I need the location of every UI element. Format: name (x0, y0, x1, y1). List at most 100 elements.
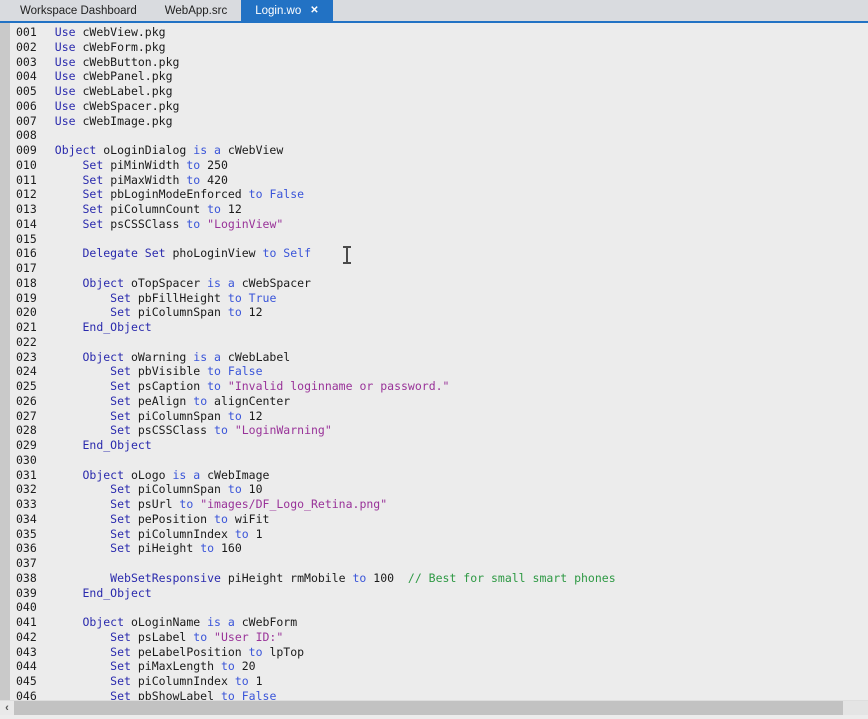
code-line: 044 Set piMaxLength to 20 (0, 659, 868, 674)
code-text: Set psLabel to "User ID:" (55, 630, 284, 644)
code-text: Set piColumnCount to 12 (55, 202, 242, 216)
code-line: 031 Object oLogo is a cWebImage (0, 468, 868, 483)
tab-label: Workspace Dashboard (20, 5, 137, 17)
line-number: 019 (16, 291, 37, 306)
line-number: 014 (16, 217, 37, 232)
code-line: 034 Set pePosition to wiFit (0, 512, 868, 527)
line-number: 022 (16, 335, 37, 350)
line-number: 002 (16, 40, 37, 55)
line-number: 015 (16, 232, 37, 247)
code-text: Use cWebLabel.pkg (55, 84, 173, 98)
code-line: 022 (0, 335, 868, 350)
line-number: 012 (16, 187, 37, 202)
line-number: 004 (16, 69, 37, 84)
line-number: 013 (16, 202, 37, 217)
line-number: 028 (16, 423, 37, 438)
code-line: 006 Use cWebSpacer.pkg (0, 99, 868, 114)
line-number: 044 (16, 659, 37, 674)
code-text: End_Object (55, 438, 152, 452)
line-number: 009 (16, 143, 37, 158)
code-line: 040 (0, 600, 868, 615)
code-line: 033 Set psUrl to "images/DF_Logo_Retina.… (0, 497, 868, 512)
code-line: 038 WebSetResponsive piHeight rmMobile t… (0, 571, 868, 586)
line-number: 006 (16, 99, 37, 114)
code-line: 018 Object oTopSpacer is a cWebSpacer (0, 276, 868, 291)
code-text: Set pePosition to wiFit (55, 512, 270, 526)
scrollbar-track[interactable] (14, 701, 868, 715)
scroll-left-button[interactable]: ‹ (0, 701, 14, 715)
line-number: 010 (16, 158, 37, 173)
code-editor[interactable]: 001Use cWebView.pkg002Use cWebForm.pkg00… (0, 23, 868, 700)
code-line: 017 (0, 261, 868, 276)
line-number: 037 (16, 556, 37, 571)
line-number: 011 (16, 173, 37, 188)
code-line: 039 End_Object (0, 586, 868, 601)
code-text: Delegate Set phoLoginView to Self (55, 246, 311, 260)
tab-workspace-dashboard[interactable]: Workspace Dashboard (6, 0, 151, 21)
code-text: Use cWebButton.pkg (55, 55, 180, 69)
code-line: 025 Set psCaption to "Invalid loginname … (0, 379, 868, 394)
line-number: 045 (16, 674, 37, 689)
tab-label: WebApp.src (165, 5, 227, 17)
line-number: 026 (16, 394, 37, 409)
code-line: 024 Set pbVisible to False (0, 364, 868, 379)
scrollbar-thumb[interactable] (14, 701, 843, 715)
code-text: Set piMinWidth to 250 (55, 158, 228, 172)
code-line: 013 Set piColumnCount to 12 (0, 202, 868, 217)
horizontal-scrollbar[interactable]: ‹ (0, 700, 868, 719)
code-text: Set piColumnSpan to 12 (55, 409, 263, 423)
code-line: 005Use cWebLabel.pkg (0, 84, 868, 99)
code-line: 037 (0, 556, 868, 571)
code-lines: 001Use cWebView.pkg002Use cWebForm.pkg00… (0, 25, 868, 700)
code-text: Use cWebSpacer.pkg (55, 99, 180, 113)
code-text: Set peAlign to alignCenter (55, 394, 290, 408)
code-line: 045 Set piColumnIndex to 1 (0, 674, 868, 689)
code-line: 009Object oLoginDialog is a cWebView (0, 143, 868, 158)
code-text: Object oLoginName is a cWebForm (55, 615, 297, 629)
code-text: Object oWarning is a cWebLabel (55, 350, 290, 364)
code-line: 015 (0, 232, 868, 247)
line-number: 043 (16, 645, 37, 660)
tab-webapp-src[interactable]: WebApp.src (151, 0, 241, 21)
code-line: 029 End_Object (0, 438, 868, 453)
code-line: 041 Object oLoginName is a cWebForm (0, 615, 868, 630)
code-text: Set piHeight to 160 (55, 541, 242, 555)
line-number: 040 (16, 600, 37, 615)
code-text: Set pbShowLabel to False (55, 689, 277, 700)
code-text: Object oTopSpacer is a cWebSpacer (55, 276, 311, 290)
code-line: 011 Set piMaxWidth to 420 (0, 173, 868, 188)
line-number: 007 (16, 114, 37, 129)
code-text: End_Object (55, 586, 152, 600)
code-line: 002 Use cWebForm.pkg (0, 40, 868, 55)
code-line: 023 Object oWarning is a cWebLabel (0, 350, 868, 365)
line-number: 020 (16, 305, 37, 320)
code-text: Set psUrl to "images/DF_Logo_Retina.png" (55, 497, 387, 511)
code-text: Set piColumnIndex to 1 (55, 527, 263, 541)
code-line: 012 Set pbLoginModeEnforced to False (0, 187, 868, 202)
line-number: 027 (16, 409, 37, 424)
line-number: 032 (16, 482, 37, 497)
code-line: 027 Set piColumnSpan to 12 (0, 409, 868, 424)
line-number: 039 (16, 586, 37, 601)
code-text: Use cWebForm.pkg (55, 40, 166, 54)
code-text: Set piColumnSpan to 12 (55, 305, 263, 319)
code-text: Object oLogo is a cWebImage (55, 468, 270, 482)
code-line: 001Use cWebView.pkg (0, 25, 868, 40)
code-line: 016 Delegate Set phoLoginView to Self (0, 246, 868, 261)
code-text: Set piMaxLength to 20 (55, 659, 256, 673)
code-line: 019 Set pbFillHeight to True (0, 291, 868, 306)
close-icon[interactable]: ✕ (310, 6, 318, 16)
code-text: Set pbLoginModeEnforced to False (55, 187, 304, 201)
line-number: 041 (16, 615, 37, 630)
code-line: 026 Set peAlign to alignCenter (0, 394, 868, 409)
code-line: 004 Use cWebPanel.pkg (0, 69, 868, 84)
line-number: 042 (16, 630, 37, 645)
code-text: Use cWebPanel.pkg (55, 69, 173, 83)
tab-login-wo[interactable]: Login.wo ✕ (241, 0, 332, 21)
code-text: Set piColumnSpan to 10 (55, 482, 263, 496)
line-number: 017 (16, 261, 37, 276)
code-text: Use cWebView.pkg (55, 25, 166, 39)
line-number: 021 (16, 320, 37, 335)
line-number: 034 (16, 512, 37, 527)
line-number: 033 (16, 497, 37, 512)
